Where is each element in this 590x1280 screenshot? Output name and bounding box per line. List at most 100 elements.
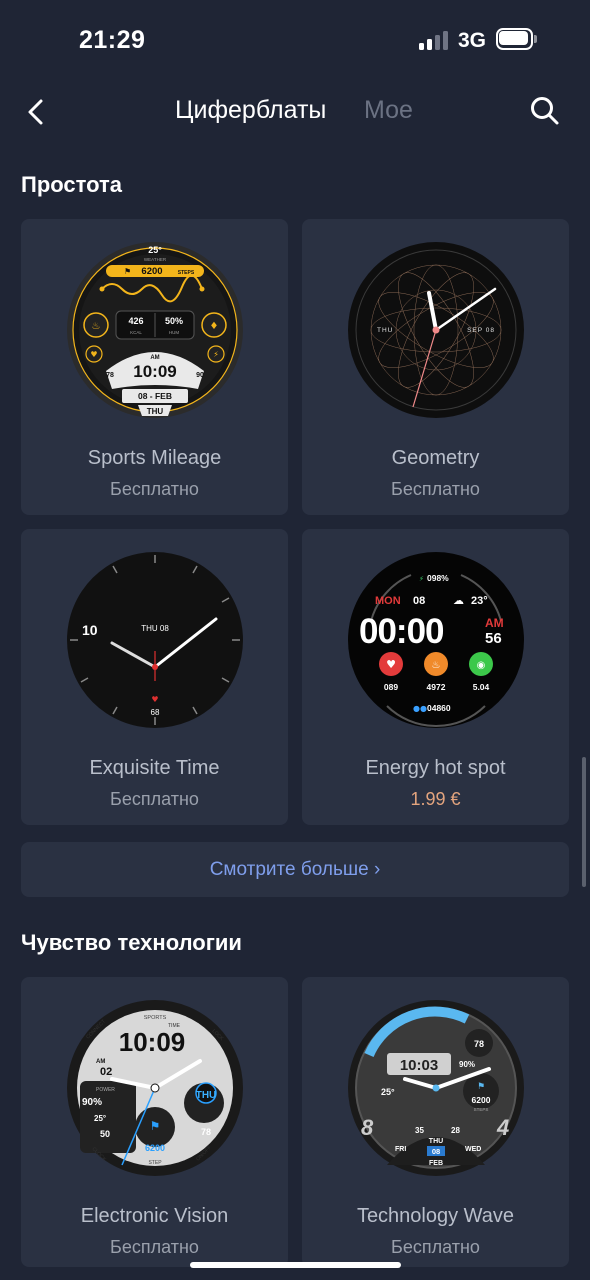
status-bar: 21:29 3G <box>0 0 590 80</box>
svg-text:6200: 6200 <box>472 1095 491 1105</box>
svg-text:78: 78 <box>201 1127 211 1137</box>
svg-text:35: 35 <box>415 1126 424 1135</box>
svg-text:08 - FEB: 08 - FEB <box>138 391 172 401</box>
svg-text:♥: ♥ <box>386 658 396 671</box>
svg-text:WEATHER: WEATHER <box>144 257 167 262</box>
watch-face-card[interactable]: THU SEP 08 Geometry Бесплатно <box>302 219 569 515</box>
svg-text:THU: THU <box>196 1090 217 1101</box>
svg-text:KCAL: KCAL <box>130 330 142 335</box>
scrollbar[interactable] <box>582 757 586 887</box>
battery-icon <box>496 28 538 50</box>
svg-text:28: 28 <box>451 1126 460 1135</box>
svg-text:MON: MON <box>375 595 401 607</box>
svg-text:10:09: 10:09 <box>133 362 176 381</box>
tab-watch-faces[interactable]: Циферблаты <box>175 96 326 125</box>
svg-text:STEPS: STEPS <box>474 1107 489 1112</box>
svg-text:AM: AM <box>150 355 159 361</box>
svg-text:SEP 08: SEP 08 <box>467 327 495 334</box>
svg-text:50: 50 <box>100 1129 110 1139</box>
svg-text:098%: 098% <box>427 573 449 583</box>
watch-face-price: Бесплатно <box>391 1237 480 1257</box>
tab-mine[interactable]: Мое <box>364 96 413 125</box>
svg-text:10: 10 <box>82 622 98 638</box>
home-indicator[interactable] <box>190 1262 401 1268</box>
watch-face-card[interactable]: 10:03 90% 78 25° ⚑ 6200 STEPS 8 4 FRI WE… <box>302 977 569 1267</box>
search-button[interactable] <box>528 94 562 128</box>
svg-text:02: 02 <box>100 1066 112 1078</box>
svg-text:4972: 4972 <box>427 682 446 692</box>
watch-face-card[interactable]: 25° WEATHER ⚑ 6200 STEPS ♨ ♦ 426 KCAL 50… <box>21 219 288 515</box>
svg-text:5.04: 5.04 <box>473 682 490 692</box>
watch-face-card[interactable]: SPORTS CONNECT LOCK TIME 10:09 AM 02 POW… <box>21 977 288 1267</box>
svg-text:⚑: ⚑ <box>124 267 131 276</box>
svg-text:FEB: FEB <box>429 1160 443 1167</box>
section-title-simplicity: Простота <box>21 172 123 197</box>
svg-text:♦: ♦ <box>210 321 219 332</box>
section-title-tech-feel: Чувство технологии <box>21 930 242 955</box>
svg-text:6200: 6200 <box>141 266 162 277</box>
watch-face-price: Бесплатно <box>110 789 199 809</box>
back-button[interactable] <box>20 94 52 130</box>
svg-text:8: 8 <box>361 1115 374 1140</box>
svg-text:THU 08: THU 08 <box>141 624 169 633</box>
chevron-left-icon <box>28 99 43 125</box>
watch-face-name: Technology Wave <box>356 1205 515 1227</box>
svg-text:THU: THU <box>429 1138 443 1145</box>
svg-text:♥: ♥ <box>90 350 97 359</box>
svg-text:AM: AM <box>96 1059 105 1065</box>
watch-face-name: Energy hot spot <box>365 757 506 779</box>
svg-text:10:03: 10:03 <box>400 1057 438 1074</box>
svg-text:⚡: ⚡ <box>419 575 424 583</box>
watch-face-name: Sports Mileage <box>87 447 222 469</box>
search-icon <box>531 97 559 125</box>
watch-face-price: Бесплатно <box>110 1237 199 1257</box>
svg-text:HUM: HUM <box>169 330 179 335</box>
watch-face-name: Geometry <box>391 447 480 469</box>
svg-text:4: 4 <box>496 1115 509 1140</box>
svg-text:90%: 90% <box>459 1060 475 1069</box>
svg-text:90: 90 <box>196 372 204 379</box>
svg-text:◉: ◉ <box>477 660 486 671</box>
svg-text:00:00: 00:00 <box>359 612 444 651</box>
svg-text:78: 78 <box>474 1039 484 1049</box>
watch-face-name: Electronic Vision <box>80 1205 229 1227</box>
watch-face-preview: ⚡ 098% MON 08 ☁ 23° 00:00 AM 56 ♥ ♨ ◉ 08… <box>347 551 525 729</box>
svg-text:08: 08 <box>432 1147 440 1156</box>
svg-text:25°: 25° <box>381 1087 395 1097</box>
svg-text:♨: ♨ <box>92 321 101 332</box>
svg-text:50%: 50% <box>165 316 183 326</box>
see-more-button[interactable]: Смотрите больше › <box>21 842 569 897</box>
svg-text:25°: 25° <box>94 1114 106 1123</box>
svg-text:☁: ☁ <box>453 594 464 607</box>
watch-face-card[interactable]: ⚡ 098% MON 08 ☁ 23° 00:00 AM 56 ♥ ♨ ◉ 08… <box>302 529 569 825</box>
watch-face-price: 1.99 € <box>410 789 461 809</box>
watch-face-preview: 25° WEATHER ⚑ 6200 STEPS ♨ ♦ 426 KCAL 50… <box>66 241 244 419</box>
watch-face-card[interactable]: 10 THU 08 ♥ 68 Exquisite Time Бесплатно <box>21 529 288 825</box>
svg-text:THU: THU <box>147 407 164 416</box>
svg-text:426: 426 <box>128 316 143 326</box>
svg-text:08: 08 <box>413 595 425 607</box>
watch-face-price: Бесплатно <box>110 479 199 499</box>
svg-text:⚑: ⚑ <box>477 1082 485 1092</box>
svg-text:68: 68 <box>151 708 160 717</box>
status-time: 21:29 <box>79 26 146 54</box>
svg-text:6200: 6200 <box>145 1143 165 1153</box>
svg-text:AM: AM <box>485 616 504 630</box>
watch-face-name: Exquisite Time <box>89 757 220 779</box>
svg-text:●●: ●● <box>413 704 427 713</box>
watch-face-preview: 10:03 90% 78 25° ⚑ 6200 STEPS 8 4 FRI WE… <box>347 999 525 1177</box>
svg-text:23°: 23° <box>471 595 488 607</box>
svg-text:10:09: 10:09 <box>119 1027 186 1057</box>
watch-face-preview: 10 THU 08 ♥ 68 <box>66 551 244 729</box>
watch-face-price: Бесплатно <box>391 479 480 499</box>
watch-face-preview: SPORTS CONNECT LOCK TIME 10:09 AM 02 POW… <box>66 999 244 1177</box>
network-type: 3G <box>458 29 487 52</box>
svg-text:STEP: STEP <box>148 1160 162 1166</box>
signal-icon <box>419 30 449 50</box>
svg-text:56: 56 <box>485 630 502 647</box>
svg-text:SPORTS: SPORTS <box>144 1015 167 1021</box>
watch-face-preview: THU SEP 08 <box>347 241 525 419</box>
svg-text:FRI: FRI <box>395 1146 406 1153</box>
svg-text:♨: ♨ <box>432 660 441 671</box>
svg-text:25°: 25° <box>148 245 162 255</box>
